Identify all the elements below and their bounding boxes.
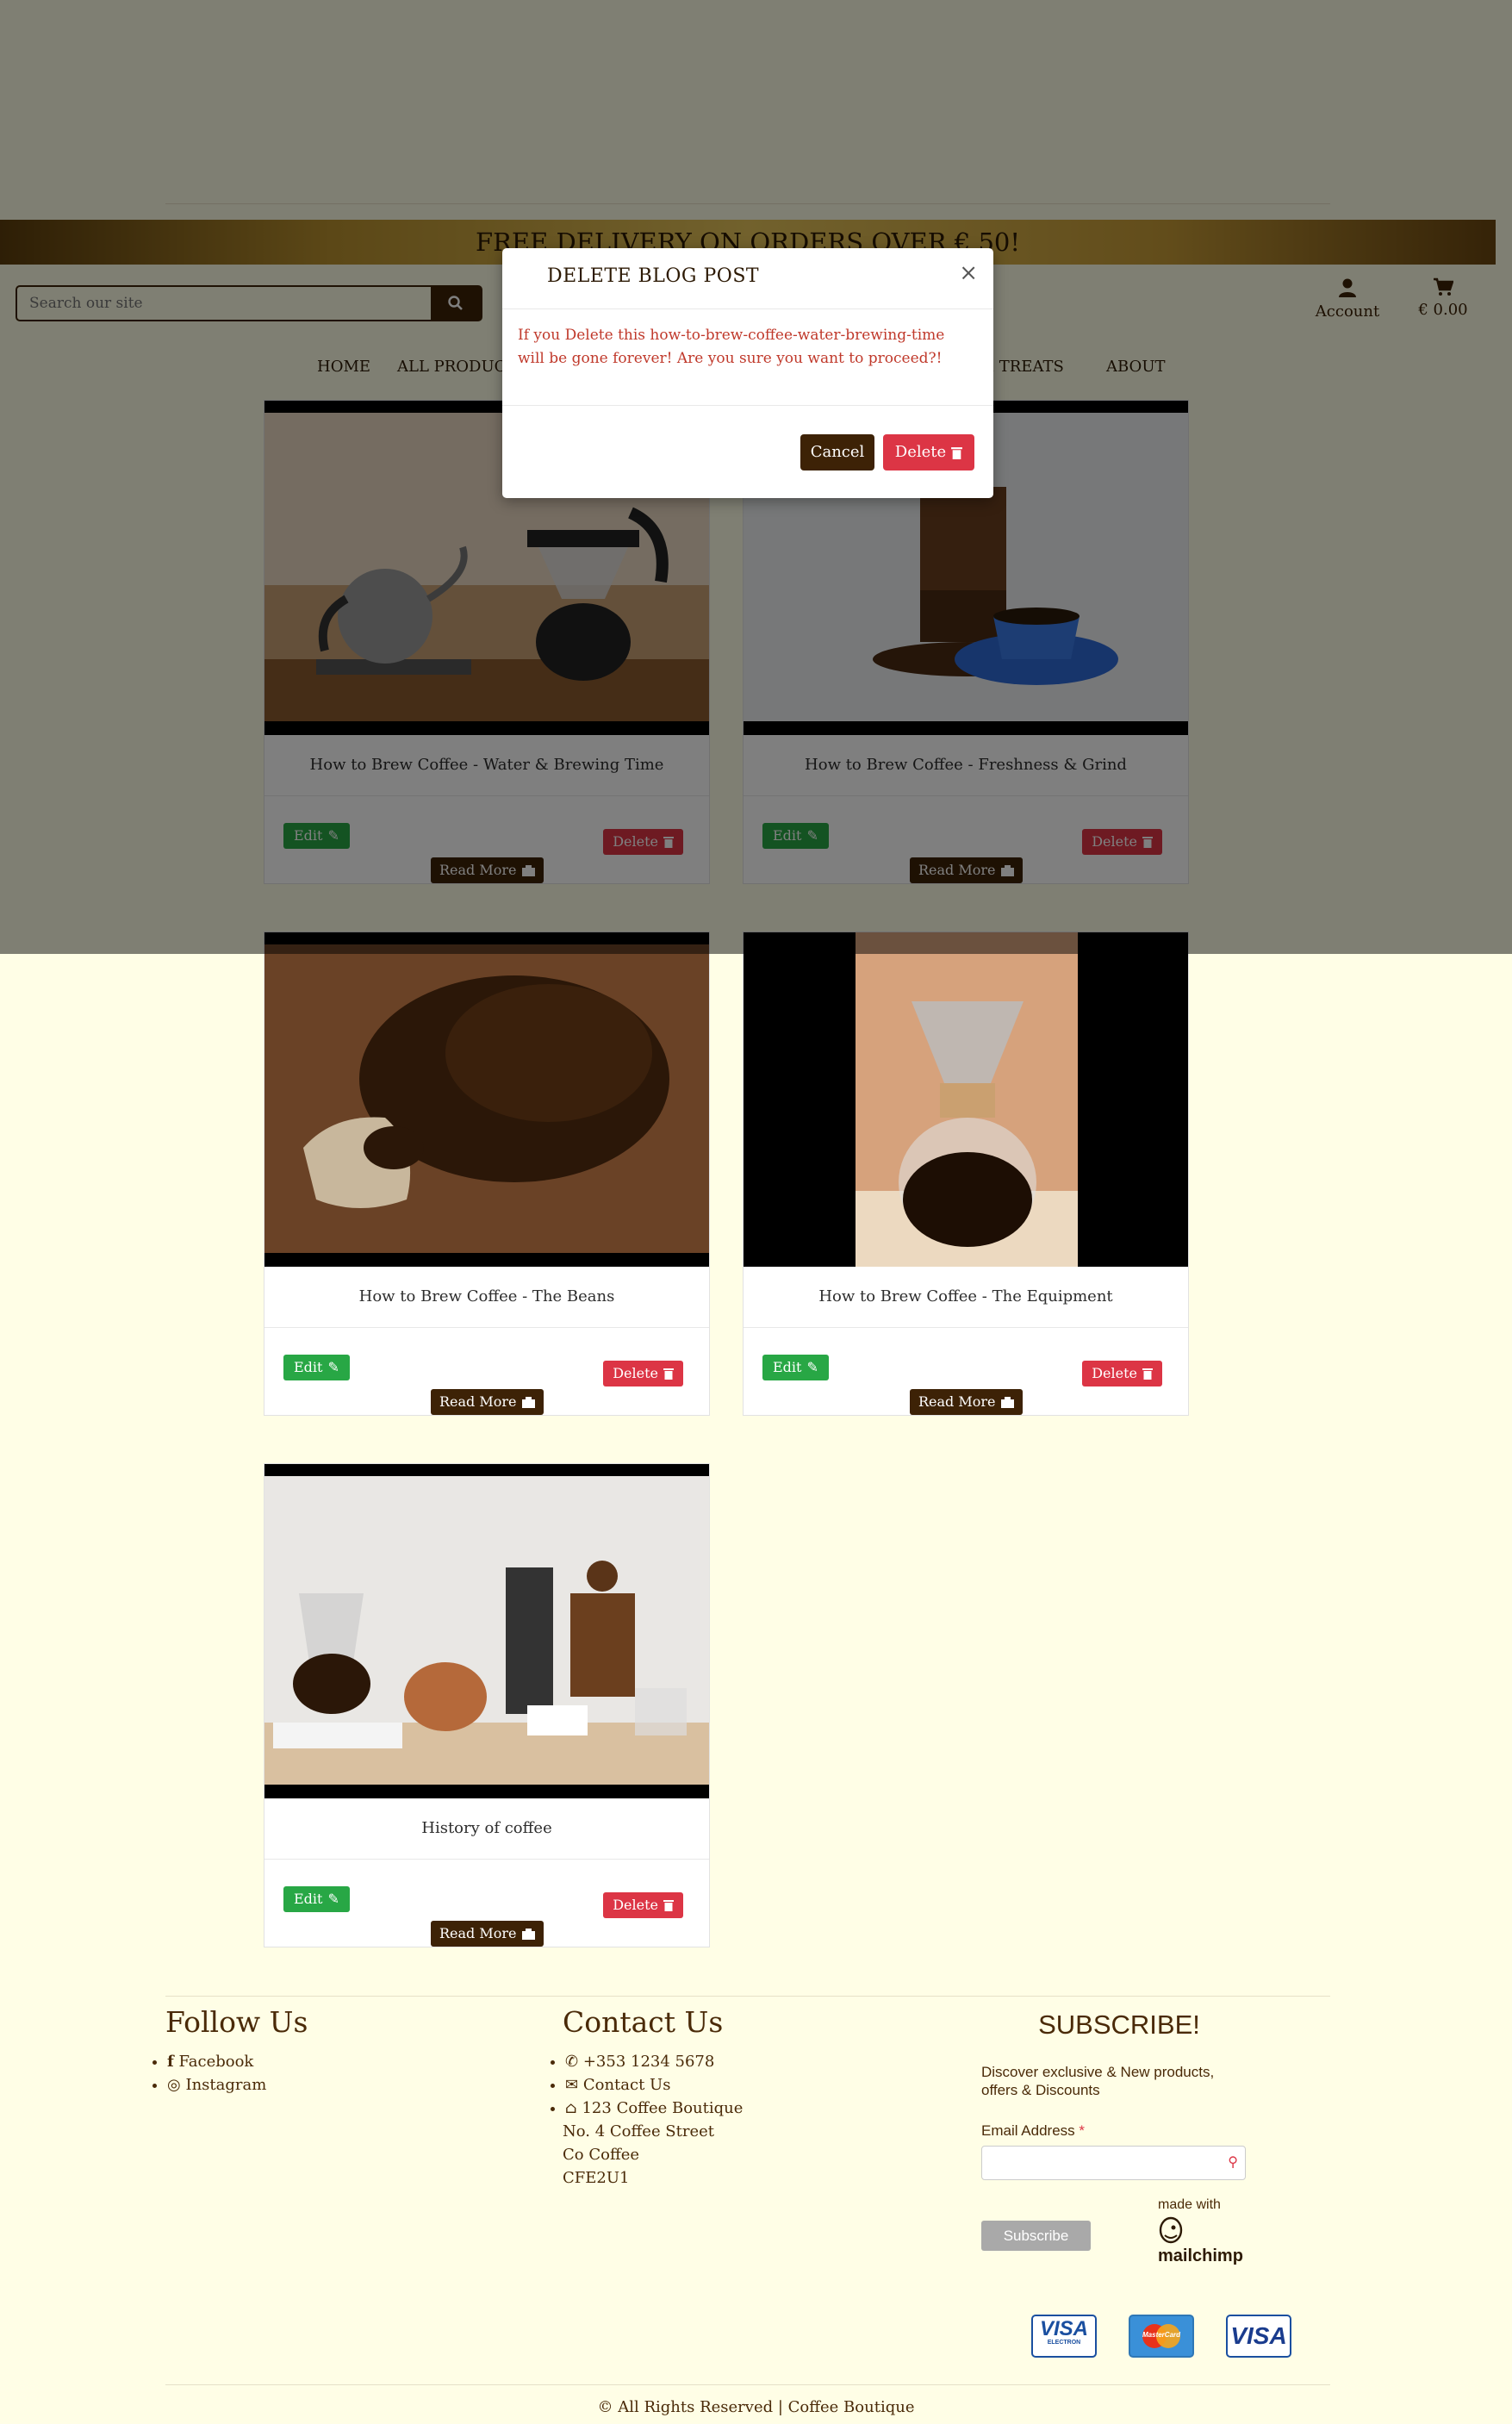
post-image-chemex[interactable] bbox=[744, 932, 1188, 1267]
delete-label: Delete bbox=[1092, 1365, 1137, 1381]
post-image-beans[interactable] bbox=[264, 932, 709, 1267]
edit-button[interactable]: Edit✎ bbox=[762, 1355, 829, 1380]
post-image-brewing-equipment[interactable] bbox=[264, 1464, 709, 1798]
trash-icon bbox=[1142, 1368, 1153, 1380]
delete-button[interactable]: Delete bbox=[603, 1892, 683, 1918]
mastercard-card-icon: MasterCard bbox=[1129, 2315, 1194, 2358]
facebook-label: Facebook bbox=[178, 2053, 254, 2071]
book-icon bbox=[521, 1396, 535, 1408]
blog-post-card: How to Brew Coffee - The Beans Edit ✎ Del… bbox=[264, 932, 710, 1416]
address-line-4: CFE2U1 bbox=[563, 2169, 630, 2187]
facebook-link[interactable]: f Facebook bbox=[167, 2050, 266, 2073]
made-with-text: made with bbox=[1158, 2197, 1221, 2212]
instagram-icon: ◎ bbox=[167, 2076, 181, 2094]
address-item: ⌂ 123 Coffee Boutique bbox=[565, 2097, 743, 2120]
trash-icon bbox=[663, 1368, 674, 1380]
mailchimp-icon bbox=[1158, 2216, 1184, 2244]
modal-message-line1: If you Delete this how-to-brew-coffee-wa… bbox=[518, 327, 945, 344]
contact-link-label: Contact Us bbox=[582, 2076, 671, 2094]
edit-label: Edit bbox=[294, 1359, 323, 1375]
edit-button[interactable]: Edit✎ bbox=[283, 1886, 350, 1912]
read-more-label: Read More bbox=[439, 1925, 517, 1941]
pencil-icon: ✎ bbox=[327, 1891, 339, 1907]
mastercard-text: MasterCard bbox=[1142, 2331, 1181, 2339]
blog-post-card: History of coffee Edit ✎ Delete Read More bbox=[264, 1463, 710, 1947]
book-icon bbox=[521, 1928, 535, 1940]
delete-button[interactable]: Delete bbox=[603, 1361, 683, 1386]
copyright-icon: © bbox=[597, 2398, 613, 2416]
read-more-label: Read More bbox=[918, 1393, 996, 1410]
visa-electron-text: VISA bbox=[1039, 2317, 1088, 2340]
social-links: f Facebook ◎ Instagram bbox=[148, 2050, 266, 2097]
envelope-icon: ✉ bbox=[565, 2076, 579, 2094]
visa-card-icon: VISA bbox=[1226, 2315, 1291, 2358]
instagram-label: Instagram bbox=[185, 2076, 267, 2094]
read-more-button[interactable]: Read More bbox=[431, 1389, 544, 1415]
phone-number: +353 1234 5678 bbox=[582, 2053, 715, 2071]
email-input[interactable]: ⚲ bbox=[981, 2146, 1246, 2180]
blog-post-card: How to Brew Coffee - The Equipment Edit ✎… bbox=[743, 932, 1189, 1416]
modal-message: If you Delete this how-to-brew-coffee-wa… bbox=[518, 324, 966, 371]
edit-label: Edit bbox=[773, 1359, 802, 1375]
pencil-icon: ✎ bbox=[327, 1359, 339, 1375]
subscribe-description: Discover exclusive & New products, offer… bbox=[981, 2063, 1214, 2099]
copyright-text: © All Rights Reserved | Coffee Boutique bbox=[0, 2398, 1512, 2416]
email-label: Email Address * bbox=[981, 2122, 1085, 2140]
lock-icon: ⚲ bbox=[1228, 2153, 1238, 2170]
copyright-divider bbox=[165, 2384, 1330, 2385]
address-line-1: 123 Coffee Boutique bbox=[582, 2099, 744, 2117]
delete-label: Delete bbox=[613, 1897, 658, 1913]
edit-button[interactable]: Edit✎ bbox=[283, 1355, 350, 1380]
contact-us-heading: Contact Us bbox=[563, 2005, 724, 2039]
email-contact-link[interactable]: ✉ Contact Us bbox=[565, 2073, 743, 2097]
email-label-text: Email Address bbox=[981, 2122, 1075, 2139]
footer-divider bbox=[165, 1996, 1330, 1997]
read-more-button[interactable]: Read More bbox=[431, 1921, 544, 1947]
contact-list: ✆ +353 1234 5678 ✉ Contact Us ⌂ 123 Coff… bbox=[546, 2050, 743, 2120]
confirm-delete-label: Delete bbox=[894, 443, 947, 461]
copyright-label: All Rights Reserved | Coffee Boutique bbox=[618, 2398, 915, 2416]
edit-label: Edit bbox=[294, 1891, 323, 1907]
home-icon: ⌂ bbox=[565, 2099, 577, 2117]
address-block: No. 4 Coffee Street Co Coffee CFE2U1 bbox=[563, 2120, 714, 2190]
phone-item[interactable]: ✆ +353 1234 5678 bbox=[565, 2050, 743, 2073]
pencil-icon: ✎ bbox=[806, 1359, 818, 1375]
follow-us-heading: Follow Us bbox=[165, 2005, 308, 2039]
mailchimp-brand[interactable]: mailchimp bbox=[1158, 2246, 1243, 2266]
modal-title: DELETE BLOG POST bbox=[547, 265, 760, 287]
read-more-label: Read More bbox=[439, 1393, 517, 1410]
trash-icon bbox=[951, 446, 963, 459]
cancel-button[interactable]: Cancel bbox=[800, 434, 874, 470]
visa-electron-card-icon: VISA ELECTRON bbox=[1031, 2315, 1097, 2358]
visa-text: VISA bbox=[1230, 2322, 1287, 2349]
subscribe-text-line2: offers & Discounts bbox=[981, 2082, 1100, 2098]
post-title[interactable]: History of coffee bbox=[264, 1798, 709, 1860]
delete-button[interactable]: Delete bbox=[1082, 1361, 1162, 1386]
modal-footer-divider bbox=[502, 405, 993, 406]
address-line-3: Co Coffee bbox=[563, 2146, 640, 2164]
phone-icon: ✆ bbox=[565, 2053, 579, 2071]
instagram-link[interactable]: ◎ Instagram bbox=[167, 2073, 266, 2097]
delete-blog-post-modal: DELETE BLOG POST × If you Delete this ho… bbox=[502, 248, 993, 498]
subscribe-button[interactable]: Subscribe bbox=[981, 2221, 1091, 2251]
modal-message-line2: will be gone forever! Are you sure you w… bbox=[518, 350, 943, 367]
post-title[interactable]: How to Brew Coffee - The Beans bbox=[264, 1267, 709, 1328]
required-asterisk: * bbox=[1079, 2122, 1086, 2139]
close-icon[interactable]: × bbox=[959, 260, 978, 286]
subscribe-text-line1: Discover exclusive & New products, bbox=[981, 2064, 1215, 2080]
facebook-icon: f bbox=[167, 2053, 174, 2071]
confirm-delete-button[interactable]: Delete bbox=[883, 434, 974, 470]
address-line-2: No. 4 Coffee Street bbox=[563, 2122, 715, 2140]
subscribe-heading: SUBSCRIBE! bbox=[1038, 2010, 1200, 2040]
book-icon bbox=[1000, 1396, 1014, 1408]
delete-label: Delete bbox=[613, 1365, 658, 1381]
trash-icon bbox=[663, 1900, 674, 1911]
read-more-button[interactable]: Read More bbox=[910, 1389, 1023, 1415]
post-title[interactable]: How to Brew Coffee - The Equipment bbox=[744, 1267, 1188, 1328]
modal-header-divider bbox=[502, 308, 993, 309]
